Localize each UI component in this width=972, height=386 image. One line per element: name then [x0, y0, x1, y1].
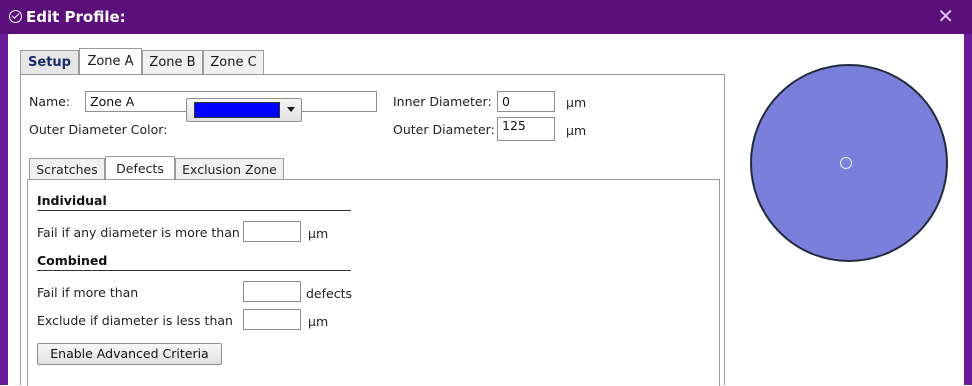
- exclude-label: Exclude if diameter is less than: [37, 313, 233, 328]
- fail-diameter-input[interactable]: [243, 221, 301, 242]
- tab-setup[interactable]: Setup: [20, 50, 79, 74]
- edit-profile-window: Edit Profile: ✕ Setup Zone A Zone B Zone…: [0, 0, 972, 386]
- zone-disk-preview: [750, 64, 948, 262]
- tab-zone-c[interactable]: Zone C: [203, 50, 264, 74]
- close-button[interactable]: ✕: [937, 4, 954, 28]
- fail-more-input[interactable]: [243, 281, 301, 302]
- outer-color-label: Outer Diameter Color:: [29, 122, 168, 137]
- defects-panel: Individual Fail if any diameter is more …: [27, 179, 720, 386]
- fail-diameter-unit: μm: [308, 226, 329, 241]
- tab-defects[interactable]: Defects: [105, 156, 175, 180]
- fail-more-label: Fail if more than: [37, 285, 139, 300]
- combined-heading: Combined: [37, 253, 108, 268]
- exclude-input[interactable]: [243, 309, 301, 330]
- tab-zone-a[interactable]: Zone A: [79, 48, 142, 74]
- outer-diameter-label: Outer Diameter:: [393, 122, 495, 137]
- outer-color-dropdown[interactable]: [186, 98, 302, 122]
- outer-diameter-input[interactable]: 125: [497, 117, 555, 141]
- window-title: Edit Profile:: [26, 8, 126, 26]
- zone-a-panel: Name: Zone A Inner Diameter: 0 μm Outer …: [20, 74, 725, 386]
- center-marker-icon: [840, 157, 852, 169]
- individual-divider: [37, 210, 351, 211]
- chevron-down-icon: [287, 107, 295, 112]
- combined-divider: [37, 270, 351, 271]
- fail-diameter-label: Fail if any diameter is more than: [37, 225, 240, 240]
- tab-exclusion-zone[interactable]: Exclusion Zone: [175, 158, 284, 180]
- title-bar: Edit Profile: ✕: [0, 0, 972, 34]
- tab-zone-b[interactable]: Zone B: [142, 50, 203, 74]
- tab-scratches[interactable]: Scratches: [29, 158, 105, 180]
- check-circle-icon: [9, 10, 22, 23]
- dialog-body: Setup Zone A Zone B Zone C Name: Zone A …: [8, 34, 964, 386]
- exclude-unit: μm: [308, 314, 329, 329]
- enable-advanced-criteria-button[interactable]: Enable Advanced Criteria: [37, 343, 222, 365]
- zone-preview: [741, 34, 964, 385]
- name-label: Name:: [29, 94, 71, 109]
- inner-diameter-label: Inner Diameter:: [393, 94, 492, 109]
- fail-more-unit: defects: [306, 286, 353, 301]
- inner-diameter-input[interactable]: 0: [497, 91, 555, 112]
- inner-diameter-unit: μm: [566, 95, 587, 110]
- color-swatch: [194, 102, 280, 118]
- individual-heading: Individual: [37, 193, 107, 208]
- outer-diameter-unit: μm: [566, 123, 587, 138]
